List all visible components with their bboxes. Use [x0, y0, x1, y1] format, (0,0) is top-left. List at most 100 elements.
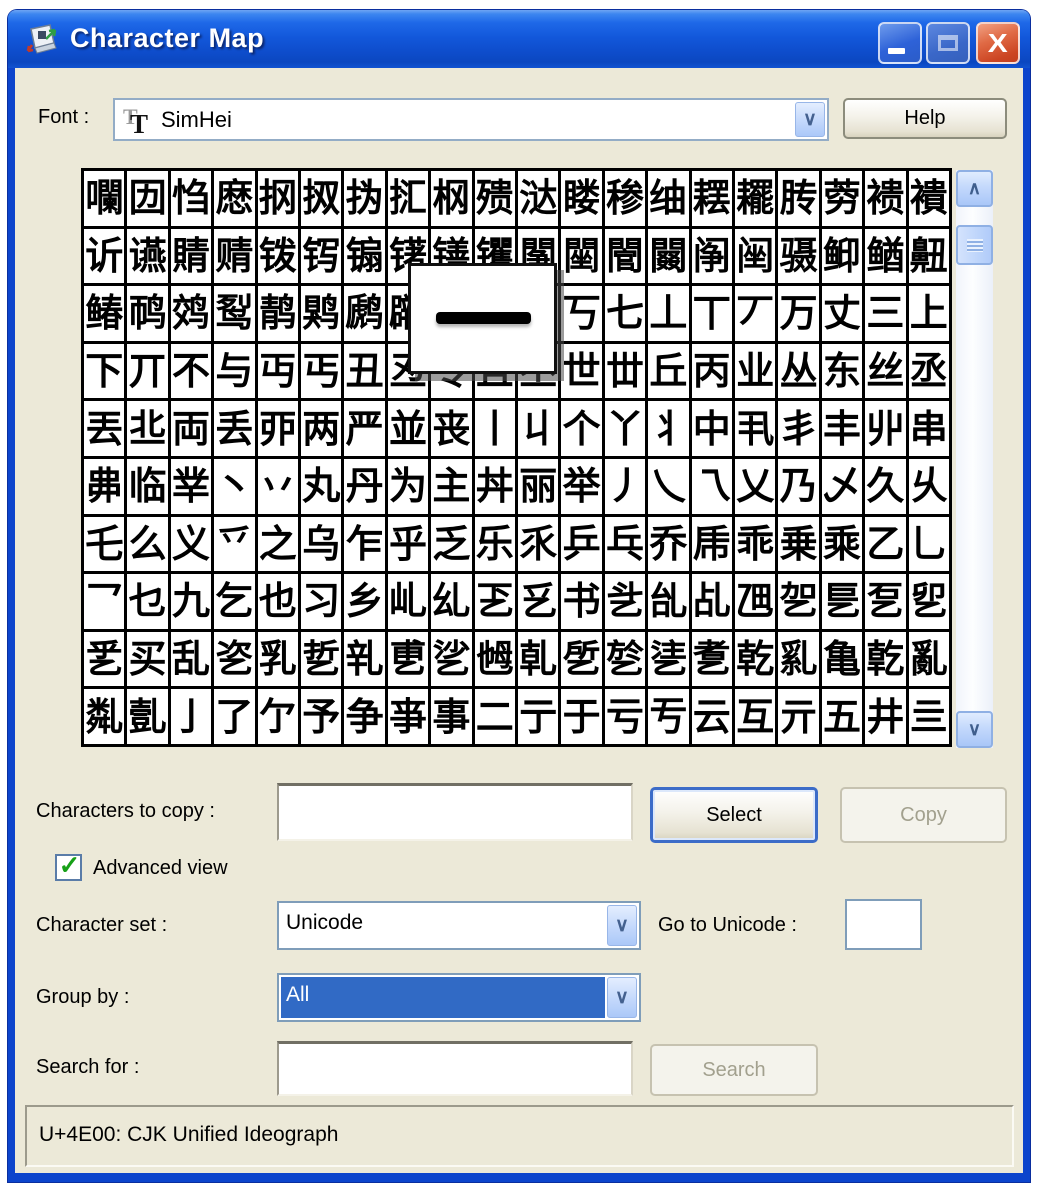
- grid-cell[interactable]: 丯: [778, 401, 818, 456]
- grid-cell[interactable]: 上: [909, 286, 949, 341]
- grid-cell[interactable]: 乁: [692, 459, 732, 514]
- grid-cell[interactable]: 乂: [735, 459, 775, 514]
- grid-cell[interactable]: 乍: [344, 517, 384, 572]
- grid-cell[interactable]: 並: [388, 401, 428, 456]
- grid-cell[interactable]: 乣: [431, 574, 471, 629]
- grid-cell[interactable]: 䦟: [561, 229, 601, 284]
- grid-cell[interactable]: 亊: [388, 689, 428, 744]
- grid-cell[interactable]: 丩: [518, 401, 558, 456]
- grid-cell[interactable]: 主: [431, 459, 471, 514]
- grid-cell[interactable]: 乘: [822, 517, 862, 572]
- grid-cell[interactable]: 㳠: [518, 171, 558, 226]
- grid-cell[interactable]: 丑: [344, 344, 384, 399]
- grid-cell[interactable]: 亖: [909, 689, 949, 744]
- group-by-select[interactable]: All ∨: [277, 973, 641, 1022]
- grid-cell[interactable]: 丧: [431, 401, 471, 456]
- grid-cell[interactable]: 也: [258, 574, 298, 629]
- grid-cell[interactable]: 乲: [214, 632, 254, 687]
- grid-cell[interactable]: 丶: [214, 459, 254, 514]
- grid-cell[interactable]: 乩: [692, 574, 732, 629]
- grid-cell[interactable]: 丟: [84, 401, 124, 456]
- grid-cell[interactable]: 乃: [778, 459, 818, 514]
- grid-cell[interactable]: 丣: [258, 401, 298, 456]
- grid-cell[interactable]: 乸: [475, 632, 515, 687]
- grid-cell[interactable]: 之: [258, 517, 298, 572]
- grid-cell[interactable]: 㱮: [475, 171, 515, 226]
- goto-unicode-input[interactable]: [845, 899, 922, 950]
- grid-cell[interactable]: 丵: [171, 459, 211, 514]
- grid-cell[interactable]: 乐: [475, 517, 515, 572]
- grid-cell[interactable]: 丹: [344, 459, 384, 514]
- grid-cell[interactable]: 䴘: [344, 286, 384, 341]
- grid-cell[interactable]: 丛: [778, 344, 818, 399]
- grid-cell[interactable]: 乧: [605, 574, 645, 629]
- grid-cell[interactable]: 乴: [301, 632, 341, 687]
- grid-cell[interactable]: 乚: [909, 517, 949, 572]
- grid-cell[interactable]: 亅: [171, 689, 211, 744]
- minimize-button[interactable]: [878, 22, 922, 64]
- grid-cell[interactable]: 东: [822, 344, 862, 399]
- grid-cell[interactable]: 乪: [735, 574, 775, 629]
- grid-cell[interactable]: 乯: [84, 632, 124, 687]
- grid-cell[interactable]: 丰: [822, 401, 862, 456]
- grid-cell[interactable]: 丼: [475, 459, 515, 514]
- grid-cell[interactable]: 丮: [735, 401, 775, 456]
- grid-cell[interactable]: 丳: [84, 459, 124, 514]
- grid-cell[interactable]: 义: [171, 517, 211, 572]
- grid-cell[interactable]: 亍: [518, 689, 558, 744]
- grid-cell[interactable]: 乨: [648, 574, 688, 629]
- grid-cell[interactable]: 䦡: [605, 229, 645, 284]
- grid-cell[interactable]: 䴔: [171, 286, 211, 341]
- grid-cell[interactable]: 乒: [561, 517, 601, 572]
- grid-cell[interactable]: 乙: [865, 517, 905, 572]
- grid-cell[interactable]: 㦄: [214, 171, 254, 226]
- grid-cell[interactable]: 丨: [475, 401, 515, 456]
- grid-cell[interactable]: 乑: [518, 517, 558, 572]
- grid-cell[interactable]: 亐: [648, 689, 688, 744]
- grid-cell[interactable]: 乖: [735, 517, 775, 572]
- grid-scrollbar[interactable]: ∧ ∨: [956, 170, 993, 748]
- grid-cell[interactable]: 䥽: [258, 229, 298, 284]
- grid-cell[interactable]: 䎱: [735, 171, 775, 226]
- grid-cell[interactable]: 乕: [692, 517, 732, 572]
- grid-cell[interactable]: 乵: [344, 632, 384, 687]
- grid-cell[interactable]: 䎬: [692, 171, 732, 226]
- grid-cell[interactable]: 丫: [605, 401, 645, 456]
- grid-cell[interactable]: 乬: [822, 574, 862, 629]
- grid-cell[interactable]: 丢: [214, 401, 254, 456]
- grid-cell[interactable]: 丬: [648, 401, 688, 456]
- grid-cell[interactable]: 乼: [648, 632, 688, 687]
- grid-cell[interactable]: 乾: [735, 632, 775, 687]
- grid-cell[interactable]: 世: [561, 344, 601, 399]
- grid-cell[interactable]: 临: [127, 459, 167, 514]
- advanced-view-checkbox[interactable]: ✓: [55, 854, 82, 881]
- grid-cell[interactable]: 䴓: [127, 286, 167, 341]
- grid-cell[interactable]: 丂: [561, 286, 601, 341]
- grid-cell[interactable]: 䦤: [648, 229, 688, 284]
- search-input[interactable]: [277, 1041, 633, 1096]
- grid-cell[interactable]: 万: [778, 286, 818, 341]
- grid-cell[interactable]: 乛: [84, 574, 124, 629]
- grid-cell[interactable]: 争: [344, 689, 384, 744]
- maximize-button[interactable]: [926, 22, 970, 64]
- grid-cell[interactable]: 于: [561, 689, 601, 744]
- grid-cell[interactable]: 丏: [258, 344, 298, 399]
- grid-cell[interactable]: 中: [692, 401, 732, 456]
- grid-cell[interactable]: 亏: [605, 689, 645, 744]
- grid-cell[interactable]: 䝼: [171, 229, 211, 284]
- grid-cell[interactable]: 乮: [909, 574, 949, 629]
- grid-cell[interactable]: 丠: [127, 401, 167, 456]
- grid-cell[interactable]: 乻: [605, 632, 645, 687]
- grid-cell[interactable]: 亀: [822, 632, 862, 687]
- grid-cell[interactable]: 䌷: [648, 171, 688, 226]
- grid-cell[interactable]: 事: [431, 689, 471, 744]
- grid-cell[interactable]: 㧑: [344, 171, 384, 226]
- grid-cell[interactable]: 䙡: [909, 171, 949, 226]
- grid-cell[interactable]: 乫: [778, 574, 818, 629]
- grid-cell[interactable]: 严: [344, 401, 384, 456]
- grid-cell[interactable]: 乹: [518, 632, 558, 687]
- grid-cell[interactable]: 䲡: [865, 229, 905, 284]
- grid-cell[interactable]: 两: [301, 401, 341, 456]
- character-set-select[interactable]: Unicode ∨: [277, 901, 641, 950]
- grid-cell[interactable]: 三: [865, 286, 905, 341]
